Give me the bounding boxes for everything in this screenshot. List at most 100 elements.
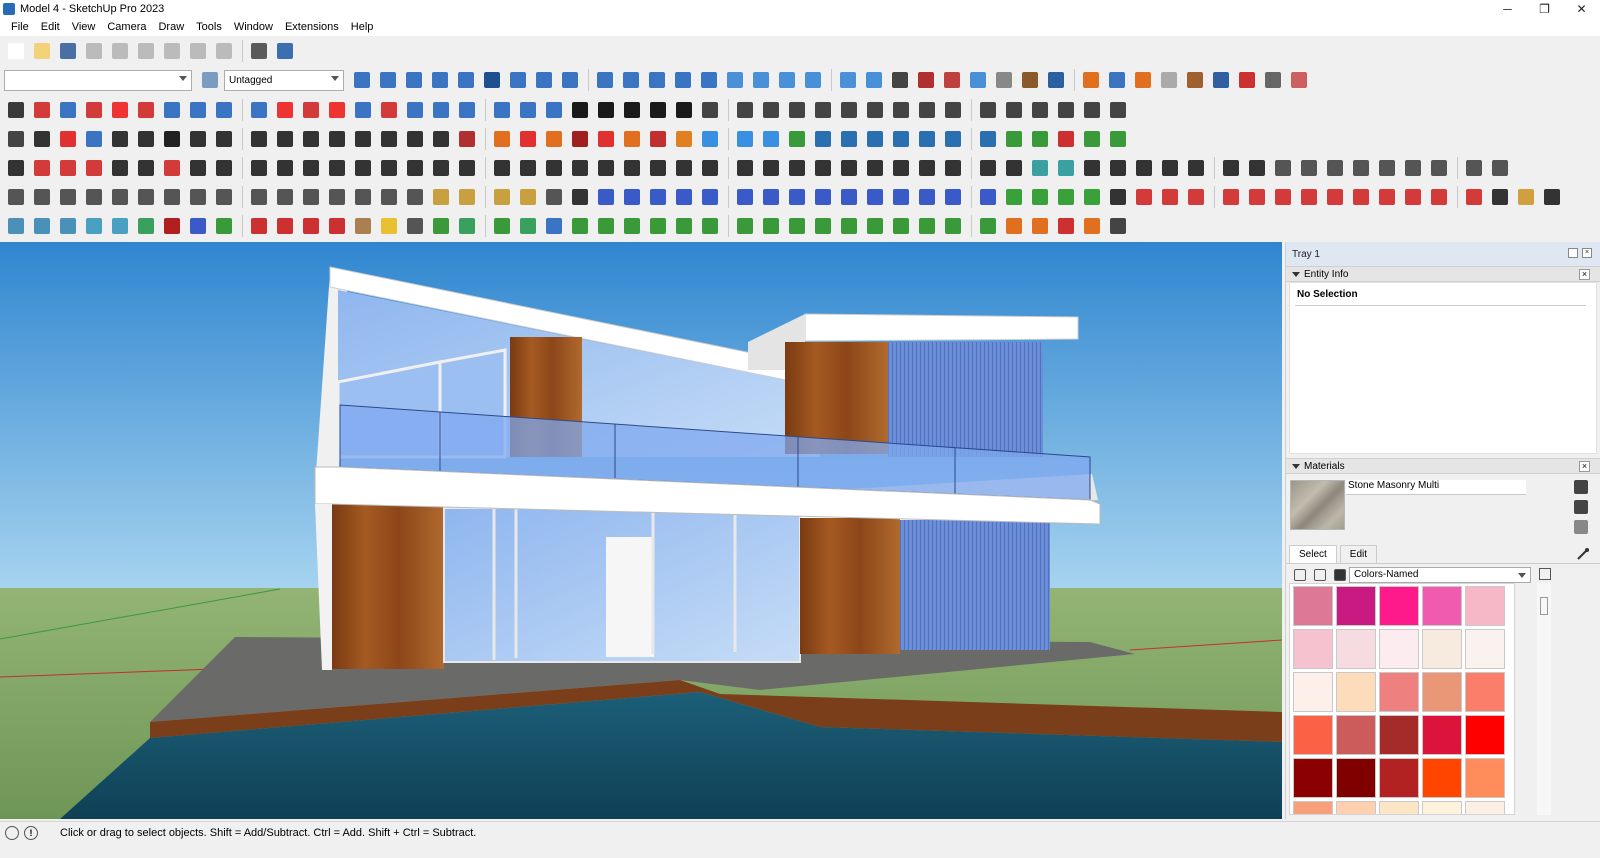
toolbar-tool-icon[interactable] <box>1297 156 1321 180</box>
layer-combo[interactable] <box>4 69 192 91</box>
toolbar-tool-icon[interactable] <box>759 156 783 180</box>
toolbar-tool-icon[interactable] <box>299 127 323 151</box>
material-swatch[interactable] <box>1379 629 1419 669</box>
toolbar-tool-icon[interactable] <box>506 68 530 92</box>
toolbar-tool-icon[interactable] <box>1044 68 1068 92</box>
toolbar-tool-icon[interactable] <box>247 127 271 151</box>
toolbar-tool-icon[interactable] <box>160 127 184 151</box>
eyedropper-icon[interactable] <box>1576 547 1590 561</box>
material-swatch[interactable] <box>1465 586 1505 626</box>
toolbar-tool-icon[interactable] <box>915 214 939 238</box>
toolbar-tool-icon[interactable] <box>889 156 913 180</box>
toolbar-tool-icon[interactable] <box>160 185 184 209</box>
material-swatch[interactable] <box>1379 672 1419 712</box>
toolbar-tool-icon[interactable] <box>212 127 236 151</box>
toolbar-tool-icon[interactable] <box>1106 214 1130 238</box>
info-icon[interactable]: ! <box>24 825 38 840</box>
material-name-field[interactable]: Stone Masonry Multi <box>1346 480 1526 495</box>
toolbar-tool-icon[interactable] <box>56 98 80 122</box>
toolbar-tool-icon[interactable] <box>247 185 271 209</box>
material-swatch[interactable] <box>1465 801 1505 814</box>
menu-edit[interactable]: Edit <box>36 21 67 33</box>
toolbar-tool-icon[interactable] <box>759 214 783 238</box>
toolbar-tool-icon[interactable] <box>620 127 644 151</box>
toolbar-tool-icon[interactable] <box>698 185 722 209</box>
toolbar-tool-icon[interactable] <box>645 68 669 92</box>
toolbar-tool-icon[interactable] <box>490 214 514 238</box>
toolbar-tool-icon[interactable] <box>671 68 695 92</box>
toolbar-tool-icon[interactable] <box>30 127 54 151</box>
toolbar-tool-icon[interactable] <box>299 185 323 209</box>
tab-select[interactable]: Select <box>1289 544 1337 563</box>
scrollbar-thumb[interactable] <box>1540 597 1548 615</box>
toolbar-tool-icon[interactable] <box>4 156 28 180</box>
material-swatch[interactable] <box>1379 586 1419 626</box>
toolbar-tool-icon[interactable] <box>558 68 582 92</box>
toolbar-tool-icon[interactable] <box>56 214 80 238</box>
toolbar-tool-icon[interactable] <box>377 214 401 238</box>
toolbar-tool-icon[interactable] <box>1323 156 1347 180</box>
toolbar-tool-icon[interactable] <box>134 127 158 151</box>
toolbar-tool-icon[interactable] <box>273 127 297 151</box>
toolbar-tool-icon[interactable] <box>594 156 618 180</box>
toolbar-tool-icon[interactable] <box>785 185 809 209</box>
toolbar-tool-icon[interactable] <box>976 156 1000 180</box>
toolbar-tool-icon[interactable] <box>1028 98 1052 122</box>
toolbar-tool-icon[interactable] <box>299 98 323 122</box>
toolbar-tool-icon[interactable] <box>1271 156 1295 180</box>
toolbar-tool-icon[interactable] <box>1349 156 1373 180</box>
toolbar-tool-icon[interactable] <box>672 156 696 180</box>
toolbar-tool-icon[interactable] <box>490 127 514 151</box>
toolbar-tool-icon[interactable] <box>1080 156 1104 180</box>
toolbar-tool-icon[interactable] <box>1131 68 1155 92</box>
toolbar-tool-icon[interactable] <box>186 156 210 180</box>
toolbar-tool-icon[interactable] <box>785 156 809 180</box>
toolbar-tool-icon[interactable] <box>402 68 426 92</box>
toolbar-tool-icon[interactable] <box>1401 156 1425 180</box>
toolbar-tool-icon[interactable] <box>672 214 696 238</box>
toolbar-tool-icon[interactable] <box>377 98 401 122</box>
toolbar-tool-icon[interactable] <box>1132 156 1156 180</box>
toolbar-tool-icon[interactable] <box>1080 214 1104 238</box>
toolbar-tool-icon[interactable] <box>4 39 28 63</box>
toolbar-tool-icon[interactable] <box>542 185 566 209</box>
menu-view[interactable]: View <box>67 21 103 33</box>
toolbar-tool-icon[interactable] <box>863 127 887 151</box>
toolbar-tool-icon[interactable] <box>377 185 401 209</box>
toolbar-tool-icon[interactable] <box>82 185 106 209</box>
menu-draw[interactable]: Draw <box>153 21 191 33</box>
toolbar-tool-icon[interactable] <box>672 127 696 151</box>
toolbar-tool-icon[interactable] <box>429 98 453 122</box>
model-viewport[interactable] <box>0 242 1282 819</box>
toolbar-tool-icon[interactable] <box>186 127 210 151</box>
toolbar-tool-icon[interactable] <box>785 98 809 122</box>
toolbar-tool-icon[interactable] <box>811 185 835 209</box>
toolbar-tool-icon[interactable] <box>1028 185 1052 209</box>
toolbar-tool-icon[interactable] <box>273 214 297 238</box>
menu-help[interactable]: Help <box>346 21 381 33</box>
toolbar-tool-icon[interactable] <box>351 98 375 122</box>
entity-info-header[interactable]: Entity Info × <box>1286 266 1600 282</box>
toolbar-tool-icon[interactable] <box>1540 185 1564 209</box>
toolbar-tool-icon[interactable] <box>941 185 965 209</box>
toolbar-tool-icon[interactable] <box>915 156 939 180</box>
toolbar-tool-icon[interactable] <box>480 68 504 92</box>
material-swatch[interactable] <box>1293 801 1333 814</box>
toolbar-tool-icon[interactable] <box>377 156 401 180</box>
toolbar-tool-icon[interactable] <box>594 214 618 238</box>
toolbar-tool-icon[interactable] <box>108 156 132 180</box>
toolbar-tool-icon[interactable] <box>1323 185 1347 209</box>
toolbar-tool-icon[interactable] <box>108 185 132 209</box>
toolbar-tool-icon[interactable] <box>490 98 514 122</box>
material-swatch[interactable] <box>1293 586 1333 626</box>
toolbar-tool-icon[interactable] <box>619 68 643 92</box>
toolbar-tool-icon[interactable] <box>1375 156 1399 180</box>
toolbar-tool-icon[interactable] <box>30 98 54 122</box>
toolbar-tool-icon[interactable] <box>1261 68 1285 92</box>
material-thumbnail[interactable] <box>1290 480 1345 530</box>
toolbar-tool-icon[interactable] <box>1157 68 1181 92</box>
home-icon[interactable] <box>1334 569 1346 581</box>
display-secondary-icon[interactable] <box>1574 480 1588 494</box>
material-swatch[interactable] <box>1293 629 1333 669</box>
close-icon[interactable]: × <box>1579 269 1590 280</box>
